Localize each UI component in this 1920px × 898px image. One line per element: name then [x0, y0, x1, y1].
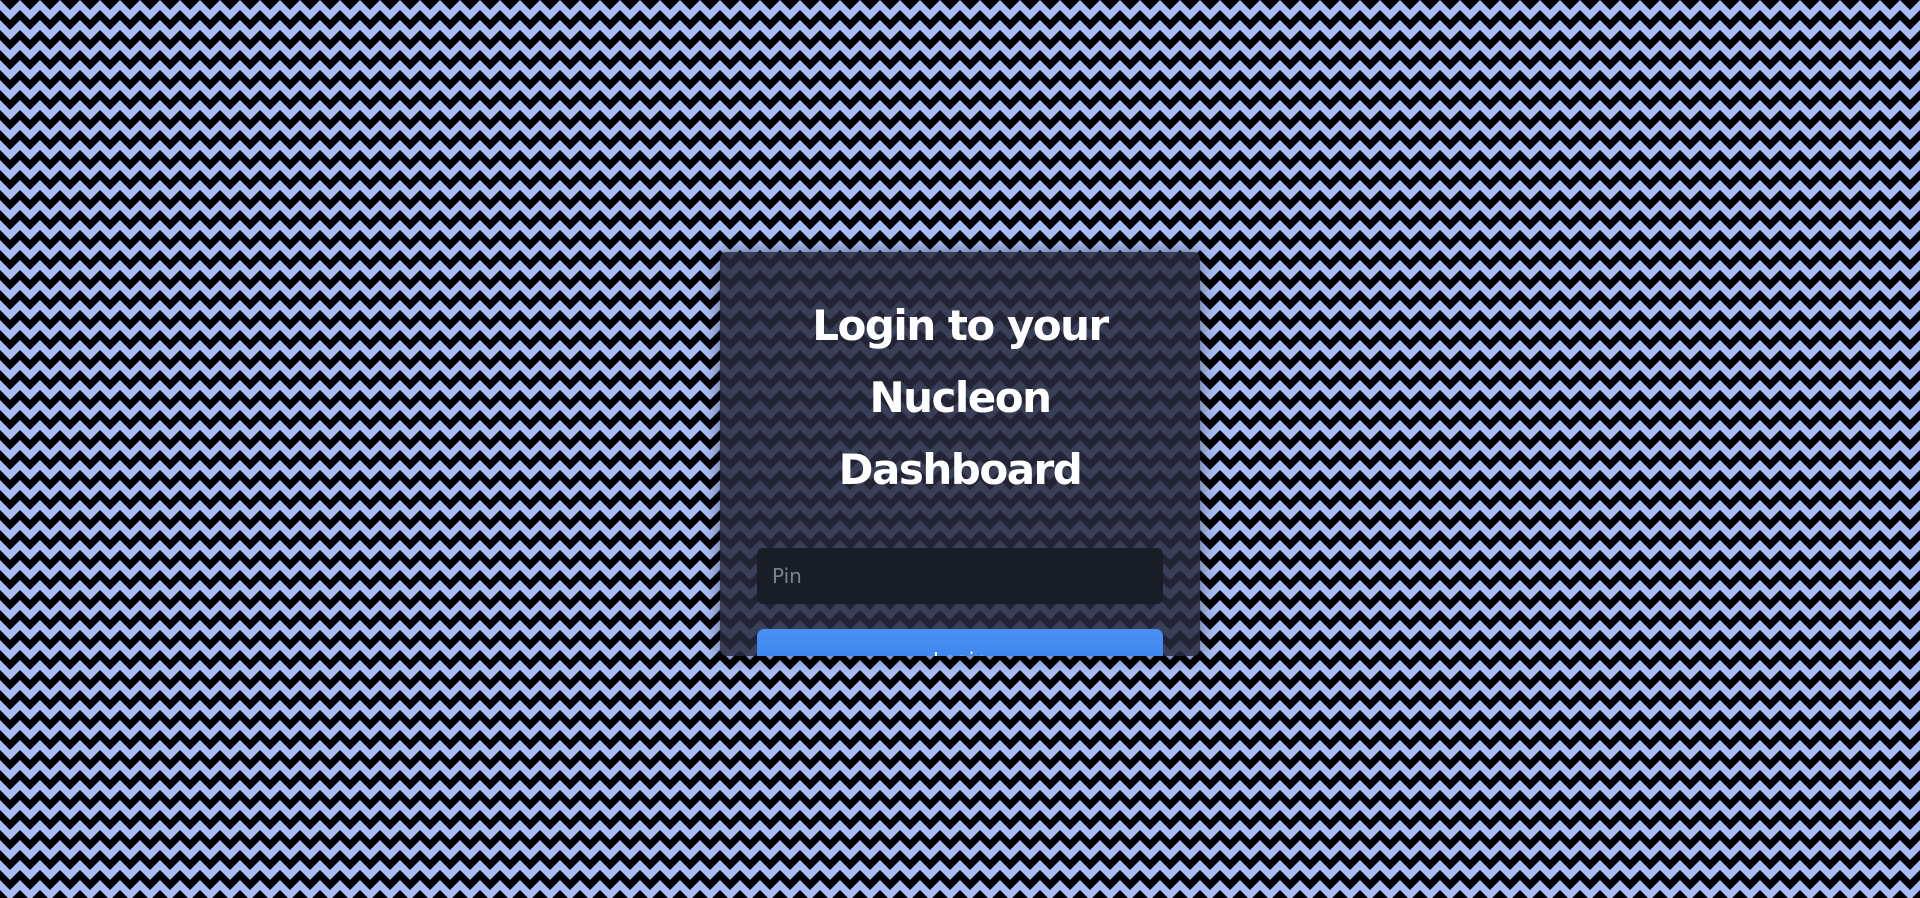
login-title-line-2: Nucleon Dashboard [838, 373, 1083, 494]
login-card: Login to your Nucleon Dashboard Login [720, 252, 1200, 656]
login-button[interactable]: Login [757, 629, 1163, 656]
login-title: Login to your Nucleon Dashboard [757, 290, 1163, 506]
login-title-line-1: Login to your [812, 301, 1109, 350]
pin-input[interactable] [757, 548, 1163, 604]
